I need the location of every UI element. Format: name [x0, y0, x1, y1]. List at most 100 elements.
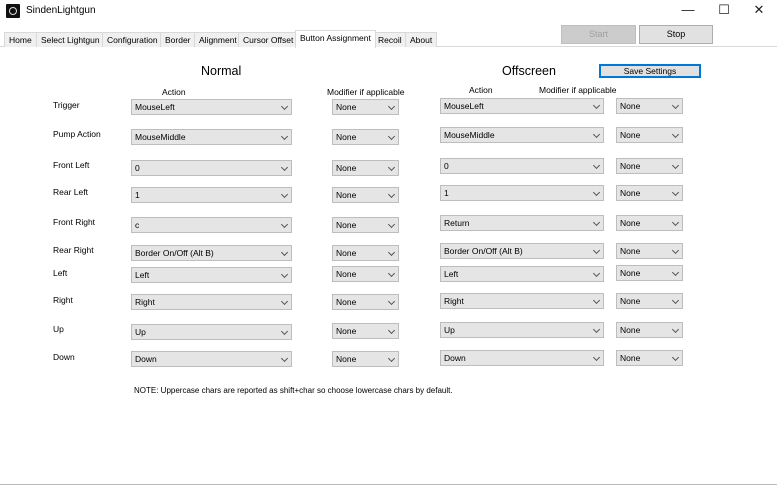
pump-action-normal-modifier-select[interactable]: None	[332, 129, 399, 145]
combo-value: None	[336, 163, 357, 173]
tab-alignment[interactable]: Alignment	[194, 32, 242, 47]
up-offscreen-modifier-select[interactable]: None	[616, 322, 683, 338]
row-label-rear-right: Rear Right	[53, 245, 94, 255]
front-left-normal-action-select[interactable]: 0	[131, 160, 292, 176]
chevron-down-icon	[387, 248, 396, 257]
title-bar: SindenLightgun — ☐ ✕	[0, 0, 777, 22]
pump-action-normal-action-select[interactable]: MouseMiddle	[131, 129, 292, 145]
down-offscreen-action-select[interactable]: Down	[440, 350, 604, 366]
rear-left-offscreen-action-select[interactable]: 1	[440, 185, 604, 201]
save-settings-button[interactable]: Save Settings	[599, 64, 701, 78]
right-normal-modifier-select[interactable]: None	[332, 294, 399, 310]
chevron-down-icon	[280, 297, 289, 306]
trigger-normal-modifier-select[interactable]: None	[332, 99, 399, 115]
down-offscreen-modifier-select[interactable]: None	[616, 350, 683, 366]
combo-value: None	[620, 218, 641, 228]
left-offscreen-action-select[interactable]: Left	[440, 266, 604, 282]
rear-right-offscreen-modifier-select[interactable]: None	[616, 243, 683, 259]
tab-recoil[interactable]: Recoil	[373, 32, 407, 47]
tab-about[interactable]: About	[405, 32, 438, 47]
front-right-normal-action-select[interactable]: c	[131, 217, 292, 233]
front-left-offscreen-action-select[interactable]: 0	[440, 158, 604, 174]
chevron-down-icon	[280, 248, 289, 257]
rear-left-offscreen-modifier-select[interactable]: None	[616, 185, 683, 201]
tab-configuration[interactable]: Configuration	[102, 32, 163, 47]
front-right-normal-modifier-select[interactable]: None	[332, 217, 399, 233]
front-right-offscreen-action-select[interactable]: Return	[440, 215, 604, 231]
combo-value: Right	[444, 296, 464, 306]
start-button[interactable]: Start	[561, 25, 636, 44]
left-offscreen-modifier-select[interactable]: None	[616, 265, 683, 281]
left-normal-action-select[interactable]: Left	[131, 267, 292, 283]
window-bottom-border	[0, 484, 777, 485]
tab-button-assignment[interactable]: Button Assignment	[295, 30, 376, 48]
tab-select-lightgun[interactable]: Select Lightgun	[36, 32, 105, 47]
stop-button[interactable]: Stop	[639, 25, 713, 44]
chevron-down-icon	[592, 161, 601, 170]
maximize-button[interactable]: ☐	[706, 0, 742, 22]
left-normal-modifier-select[interactable]: None	[332, 266, 399, 282]
window-title: SindenLightgun	[26, 5, 96, 16]
rear-left-normal-modifier-select[interactable]: None	[332, 187, 399, 203]
front-right-offscreen-modifier-select[interactable]: None	[616, 215, 683, 231]
chevron-down-icon	[592, 101, 601, 110]
front-left-normal-modifier-select[interactable]: None	[332, 160, 399, 176]
tab-cursor-offset[interactable]: Cursor Offset	[238, 32, 299, 47]
tab-home[interactable]: Home	[4, 32, 37, 47]
tab-border[interactable]: Border	[160, 32, 196, 47]
chevron-down-icon	[280, 132, 289, 141]
combo-value: None	[620, 161, 641, 171]
rear-left-normal-action-select[interactable]: 1	[131, 187, 292, 203]
chevron-down-icon	[671, 161, 680, 170]
down-normal-modifier-select[interactable]: None	[332, 351, 399, 367]
minimize-button[interactable]: —	[670, 0, 706, 22]
combo-value: None	[336, 269, 357, 279]
combo-value: None	[336, 190, 357, 200]
up-normal-action-select[interactable]: Up	[131, 324, 292, 340]
row-label-up: Up	[53, 324, 64, 334]
combo-value: None	[620, 130, 641, 140]
combo-value: None	[620, 246, 641, 256]
chevron-down-icon	[592, 296, 601, 305]
right-normal-action-select[interactable]: Right	[131, 294, 292, 310]
chevron-down-icon	[387, 163, 396, 172]
row-label-right: Right	[53, 295, 73, 305]
rear-right-normal-action-select[interactable]: Border On/Off (Alt B)	[131, 245, 292, 261]
pump-action-offscreen-modifier-select[interactable]: None	[616, 127, 683, 143]
combo-value: Down	[135, 354, 157, 364]
combo-value: Return	[444, 218, 470, 228]
row-label-rear-left: Rear Left	[53, 187, 88, 197]
chevron-down-icon	[387, 102, 396, 111]
chevron-down-icon	[671, 130, 680, 139]
up-offscreen-action-select[interactable]: Up	[440, 322, 604, 338]
front-left-offscreen-modifier-select[interactable]: None	[616, 158, 683, 174]
up-normal-modifier-select[interactable]: None	[332, 323, 399, 339]
chevron-down-icon	[592, 188, 601, 197]
combo-value: None	[336, 354, 357, 364]
chevron-down-icon	[280, 163, 289, 172]
normal-heading: Normal	[201, 64, 242, 78]
combo-value: MouseLeft	[444, 101, 484, 111]
rear-right-normal-modifier-select[interactable]: None	[332, 245, 399, 261]
right-offscreen-modifier-select[interactable]: None	[616, 293, 683, 309]
combo-value: Right	[135, 297, 155, 307]
rear-right-offscreen-action-select[interactable]: Border On/Off (Alt B)	[440, 243, 604, 259]
down-normal-action-select[interactable]: Down	[131, 351, 292, 367]
chevron-down-icon	[671, 188, 680, 197]
combo-value: None	[620, 188, 641, 198]
trigger-offscreen-modifier-select[interactable]: None	[616, 98, 683, 114]
combo-value: None	[336, 220, 357, 230]
combo-value: Border On/Off (Alt B)	[135, 248, 214, 258]
pump-action-offscreen-action-select[interactable]: MouseMiddle	[440, 127, 604, 143]
combo-value: None	[336, 102, 357, 112]
close-button[interactable]: ✕	[741, 0, 777, 22]
chevron-down-icon	[592, 246, 601, 255]
combo-value: None	[336, 297, 357, 307]
right-offscreen-action-select[interactable]: Right	[440, 293, 604, 309]
trigger-normal-action-select[interactable]: MouseLeft	[131, 99, 292, 115]
combo-value: None	[620, 268, 641, 278]
combo-value: Down	[444, 353, 466, 363]
app-icon	[6, 4, 20, 18]
trigger-offscreen-action-select[interactable]: MouseLeft	[440, 98, 604, 114]
combo-value: 1	[135, 190, 140, 200]
